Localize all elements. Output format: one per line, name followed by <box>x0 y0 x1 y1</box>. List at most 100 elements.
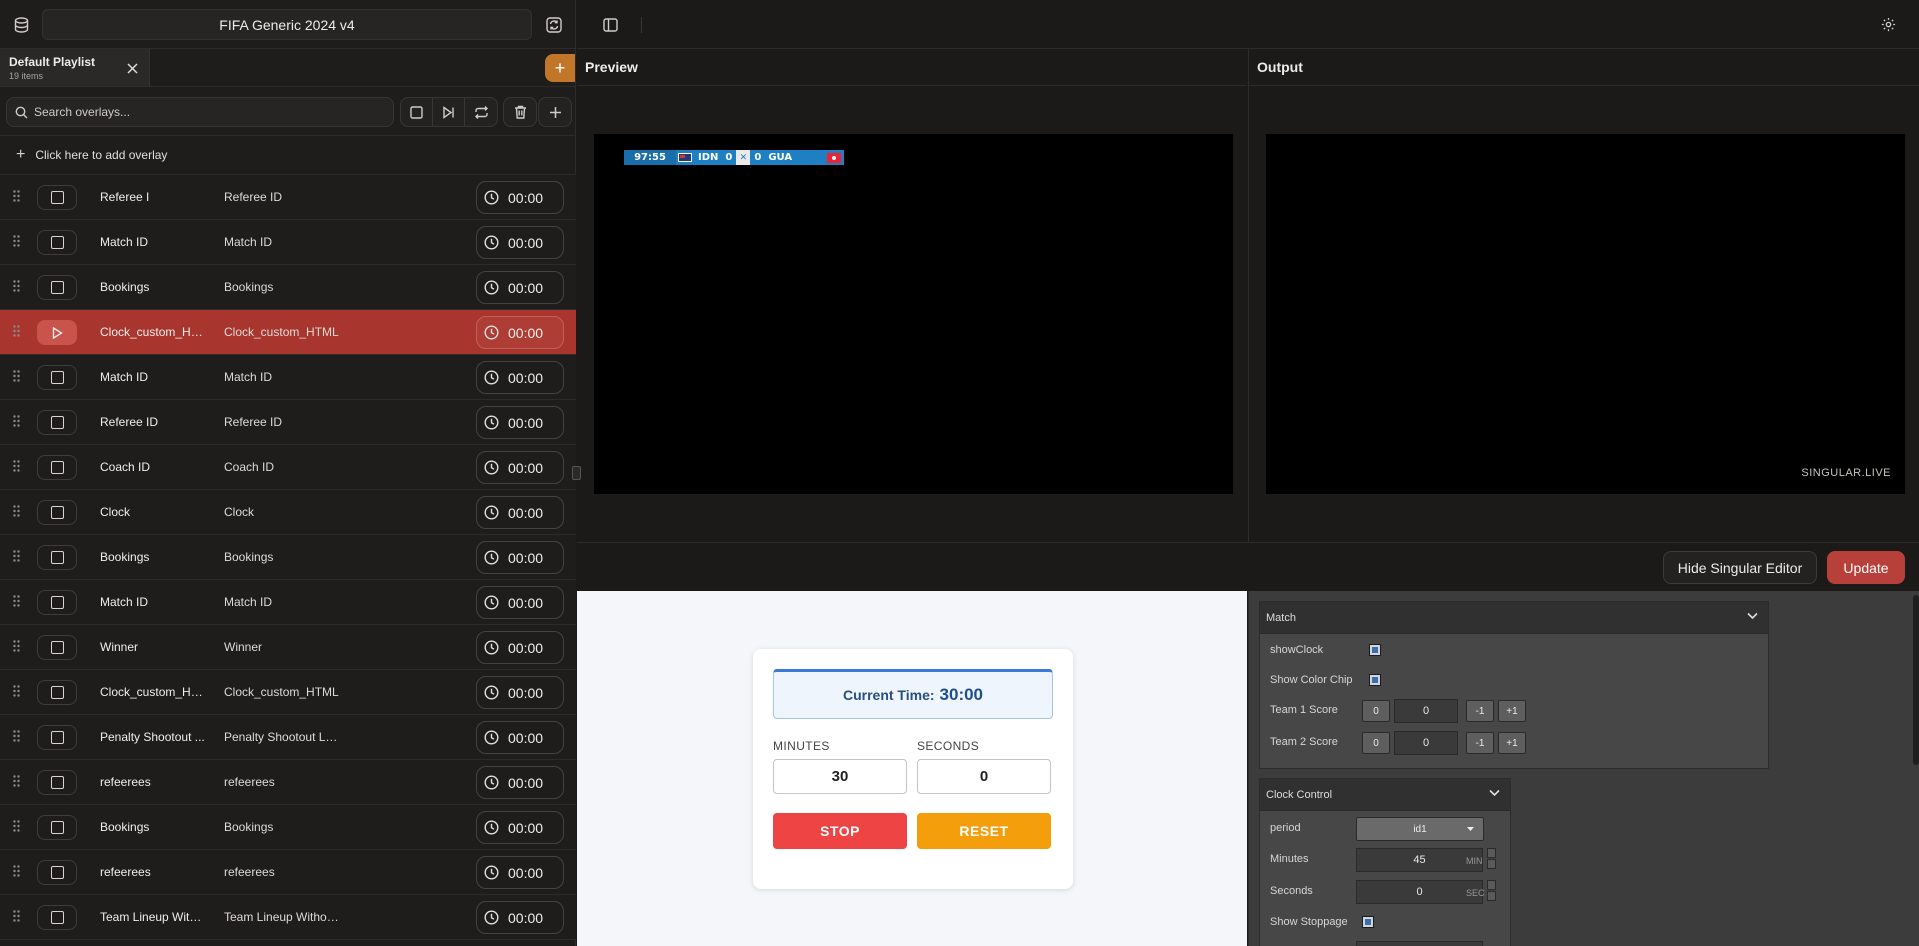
list-item[interactable]: Clock_custom_HT... Clock_custom_HTML 00:00 <box>0 670 576 715</box>
list-item[interactable]: Team Lineup With... Team Lineup Withou...… <box>0 895 576 940</box>
select-checkbox[interactable] <box>37 365 77 390</box>
team1-plus-button[interactable]: +1 <box>1498 700 1526 722</box>
select-checkbox[interactable] <box>37 455 77 480</box>
add-playlist-button[interactable]: + <box>545 54 575 82</box>
stop-button[interactable]: STOP <box>773 813 907 849</box>
select-checkbox[interactable] <box>37 185 77 210</box>
select-checkbox[interactable] <box>37 635 77 660</box>
chevron-down-icon[interactable] <box>1747 612 1758 620</box>
minutes-input[interactable]: 45 <box>1356 848 1483 872</box>
drag-handle-icon[interactable] <box>13 730 20 742</box>
duration-button[interactable]: 00:00 <box>476 856 564 889</box>
hide-editor-button[interactable]: Hide Singular Editor <box>1663 551 1817 584</box>
trash-icon[interactable] <box>504 98 536 126</box>
select-checkbox[interactable] <box>37 815 77 840</box>
drag-handle-icon[interactable] <box>13 595 20 607</box>
drag-handle-icon[interactable] <box>13 370 20 382</box>
list-item[interactable]: Penalty Shootout ... Penalty Shootout Lo.… <box>0 715 576 760</box>
select-checkbox[interactable] <box>37 905 77 930</box>
match-group-header[interactable]: Match <box>1260 602 1768 634</box>
duration-button[interactable]: 00:00 <box>476 181 564 214</box>
duration-button[interactable]: 00:00 <box>476 766 564 799</box>
drag-handle-icon[interactable] <box>13 460 20 472</box>
drag-handle-icon[interactable] <box>13 325 20 337</box>
list-item[interactable]: refeerees refeerees 00:00 <box>0 850 576 895</box>
duration-button[interactable]: 00:00 <box>476 406 564 439</box>
list-item[interactable]: Coach ID Coach ID 00:00 <box>0 445 576 490</box>
close-icon[interactable] <box>125 61 139 75</box>
list-item[interactable]: Winner Winner 00:00 <box>0 625 576 670</box>
minutes-input[interactable]: 30 <box>773 759 907 794</box>
seconds-stepper[interactable] <box>1487 880 1496 902</box>
show-clock-checkbox[interactable] <box>1369 644 1381 656</box>
duration-button[interactable]: 00:00 <box>476 451 564 484</box>
search-input[interactable] <box>34 105 374 119</box>
duration-button[interactable]: 00:00 <box>476 361 564 394</box>
select-checkbox[interactable] <box>37 860 77 885</box>
list-item[interactable]: Match ID Match ID 00:00 <box>0 220 576 265</box>
drag-handle-icon[interactable] <box>13 775 20 787</box>
duration-button[interactable]: 00:00 <box>476 811 564 844</box>
drag-handle-icon[interactable] <box>13 820 20 832</box>
tab-default-playlist[interactable]: Default Playlist 19 items <box>0 49 150 86</box>
select-checkbox[interactable] <box>37 275 77 300</box>
duration-button[interactable]: 00:00 <box>476 901 564 934</box>
drag-handle-icon[interactable] <box>13 235 20 247</box>
duration-button[interactable]: 00:00 <box>476 226 564 259</box>
sidebar-toggle-icon[interactable] <box>602 17 618 33</box>
seconds-input[interactable]: 0 <box>917 759 1051 794</box>
list-item[interactable]: Clock Clock 00:00 <box>0 490 576 535</box>
reset-button[interactable]: RESET <box>917 813 1051 849</box>
add-button[interactable] <box>538 97 572 127</box>
loop-icon[interactable] <box>465 98 497 126</box>
clock-control-header[interactable]: Clock Control <box>1260 779 1510 811</box>
list-item[interactable]: Bookings Bookings 00:00 <box>0 535 576 580</box>
team2-minus-button[interactable]: -1 <box>1466 732 1494 754</box>
list-item[interactable]: Bookings Bookings 00:00 <box>0 265 576 310</box>
duration-button[interactable]: 00:00 <box>476 541 564 574</box>
duration-button[interactable]: 00:00 <box>476 316 564 349</box>
play-button[interactable] <box>37 320 77 345</box>
drag-handle-icon[interactable] <box>13 685 20 697</box>
team1-score-input[interactable]: 0 <box>1394 699 1458 723</box>
drag-handle-icon[interactable] <box>13 190 20 202</box>
select-checkbox[interactable] <box>37 590 77 615</box>
list-item[interactable]: Clock_custom_HT... Clock_custom_HTML 00:00 <box>0 310 576 355</box>
minutes-stepper[interactable] <box>1487 848 1496 870</box>
duration-button[interactable]: 00:00 <box>476 721 564 754</box>
select-checkbox[interactable] <box>37 410 77 435</box>
show-color-chip-checkbox[interactable] <box>1369 674 1381 686</box>
list-item[interactable]: Referee I Referee ID 00:00 <box>0 175 576 220</box>
duration-button[interactable]: 00:00 <box>476 586 564 619</box>
stop-square-icon[interactable] <box>401 98 433 126</box>
select-checkbox[interactable] <box>37 500 77 525</box>
select-checkbox[interactable] <box>37 680 77 705</box>
list-item[interactable]: Referee ID Referee ID 00:00 <box>0 400 576 445</box>
drag-handle-icon[interactable] <box>13 865 20 877</box>
gear-icon[interactable] <box>1880 16 1896 32</box>
drag-handle-icon[interactable] <box>13 505 20 517</box>
drag-handle-icon[interactable] <box>13 415 20 427</box>
add-overlay-row[interactable]: + Click here to add overlay <box>0 136 576 175</box>
team2-reset-button[interactable]: 0 <box>1362 732 1390 754</box>
drag-handle-icon[interactable] <box>13 640 20 652</box>
list-item[interactable]: refeerees refeerees 00:00 <box>0 760 576 805</box>
skip-next-icon[interactable] <box>433 98 465 126</box>
database-icon[interactable] <box>10 14 32 36</box>
select-checkbox[interactable] <box>37 725 77 750</box>
team1-minus-button[interactable]: -1 <box>1466 700 1494 722</box>
plus-icon[interactable] <box>539 98 571 126</box>
select-checkbox[interactable] <box>37 545 77 570</box>
select-checkbox[interactable] <box>37 770 77 795</box>
drag-handle-icon[interactable] <box>13 910 20 922</box>
list-item[interactable]: Bookings Bookings 00:00 <box>0 805 576 850</box>
chevron-down-icon[interactable] <box>1489 789 1500 797</box>
duration-button[interactable]: 00:00 <box>476 271 564 304</box>
refresh-icon[interactable] <box>543 14 565 36</box>
duration-button[interactable]: 00:00 <box>476 631 564 664</box>
duration-button[interactable]: 00:00 <box>476 676 564 709</box>
drag-handle-icon[interactable] <box>13 280 20 292</box>
drag-handle-icon[interactable] <box>13 550 20 562</box>
team2-plus-button[interactable]: +1 <box>1498 732 1526 754</box>
duration-button[interactable]: 00:00 <box>476 496 564 529</box>
